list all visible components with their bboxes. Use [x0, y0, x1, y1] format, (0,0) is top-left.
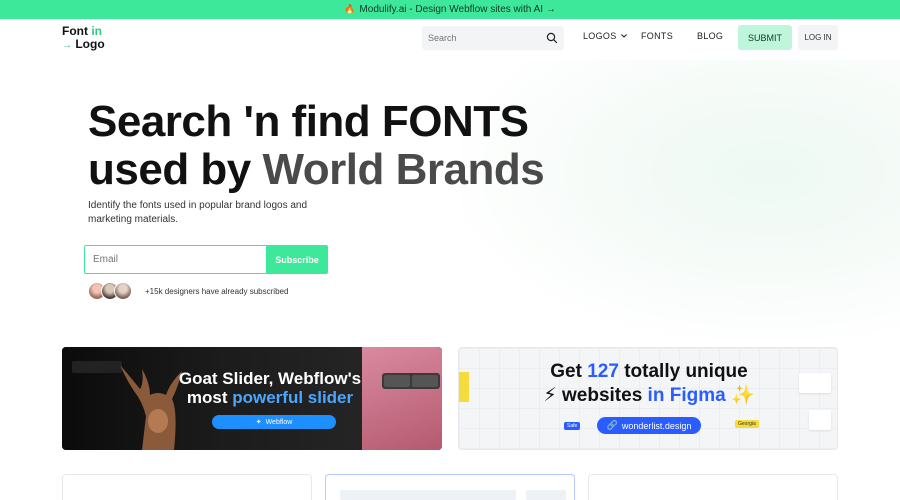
lightning-icon: ⚡: [543, 385, 557, 406]
avatar: [114, 282, 132, 300]
wonderlist-get: Get: [550, 361, 582, 382]
submit-button[interactable]: SUBMIT: [738, 25, 792, 50]
wonderlist-ad-title: Get 127 totally unique ⚡ websites in Fig…: [529, 360, 769, 408]
goat-ad-title-c: powerful slider: [232, 388, 354, 407]
subscribe-form: Subscribe: [84, 245, 328, 274]
wonderlist-ad[interactable]: Get 127 totally unique ⚡ websites in Fig…: [458, 347, 838, 450]
logo-arrow-icon: →: [62, 40, 72, 51]
wonderlist-unique: totally unique: [624, 361, 748, 382]
card-content-placeholder: [340, 490, 516, 500]
logo-font: Font: [62, 24, 88, 38]
link-icon: 🔗: [606, 420, 618, 430]
promo-banner[interactable]: 🔥 Modulify.ai - Design Webflow sites wit…: [0, 0, 900, 19]
wonderlist-link-pill: 🔗 wonderlist.design: [597, 417, 701, 434]
site-logo[interactable]: Font in → Logo: [62, 25, 105, 52]
tool-cell: [412, 375, 438, 387]
goat-ad-title: Goat Slider, Webflow's most powerful sli…: [162, 369, 378, 407]
goat-slider-ad[interactable]: Goat Slider, Webflow's most powerful sli…: [62, 347, 442, 450]
webflow-label: Webflow: [265, 418, 293, 426]
social-proof-text: +15k designers have already subscribed: [145, 287, 289, 296]
subscribe-button[interactable]: Subscribe: [266, 245, 328, 274]
goat-ad-title-b: most: [186, 388, 228, 407]
hero-title-line1: Search 'n find FONTS: [88, 97, 529, 146]
ad-ui-fragment: [459, 372, 469, 402]
hero-title-line2: used by World Brands: [88, 145, 545, 194]
wonderlist-figma: in Figma: [647, 385, 726, 406]
ad-ui-card: [809, 410, 831, 430]
logo-card[interactable]: [62, 474, 312, 500]
search-box[interactable]: [422, 26, 564, 50]
webflow-badge: ✦ Webflow: [212, 415, 336, 429]
subscriber-avatars: +15k designers have already subscribed: [88, 282, 288, 300]
chevron-down-icon: [620, 34, 627, 38]
webflow-w-icon: ✦: [255, 419, 262, 426]
logo-in: in: [91, 24, 103, 38]
hero-subtitle: Identify the fonts used in popular brand…: [88, 200, 308, 225]
wonderlist-url: wonderlist.design: [621, 420, 692, 431]
nav-logos-label: LOGOS: [583, 31, 617, 41]
georgia-tag: Georgia: [735, 420, 759, 428]
nav-fonts-link[interactable]: FONTS: [641, 31, 673, 41]
top-navigation: Font in → Logo LOGOS FONTS BLOG SUBMIT L…: [0, 19, 900, 59]
tool-cell: [384, 375, 410, 387]
goat-ad-title-a: Goat Slider, Webflow's: [178, 369, 362, 388]
hero-title-highlight: World Brands: [262, 145, 545, 194]
nav-logos-dropdown[interactable]: LOGOS: [583, 31, 628, 41]
logo-card[interactable]: [325, 474, 575, 500]
logo-logo: Logo: [75, 37, 105, 51]
hero-title: Search 'n find FONTS used by World Brand…: [88, 97, 545, 194]
fire-icon: 🔥: [344, 4, 356, 14]
ad-toolbar: [382, 373, 440, 389]
promo-text[interactable]: Modulify.ai - Design Webflow sites with …: [359, 4, 555, 15]
sparkle-icon: ✨: [730, 385, 755, 406]
ad-ui-card: [799, 373, 831, 393]
search-input[interactable]: [428, 33, 538, 43]
card-content-placeholder: [526, 490, 566, 500]
nav-blog-link[interactable]: BLOG: [697, 31, 723, 41]
email-input[interactable]: [84, 245, 266, 274]
search-icon[interactable]: [546, 32, 558, 44]
logo-card[interactable]: [588, 474, 838, 500]
login-button[interactable]: LOG IN: [798, 25, 838, 50]
wonderlist-websites: websites: [562, 385, 643, 406]
hero-title-line2a: used by: [88, 145, 251, 194]
wonderlist-count: 127: [587, 361, 619, 382]
safe-tag: Safe: [564, 422, 581, 430]
